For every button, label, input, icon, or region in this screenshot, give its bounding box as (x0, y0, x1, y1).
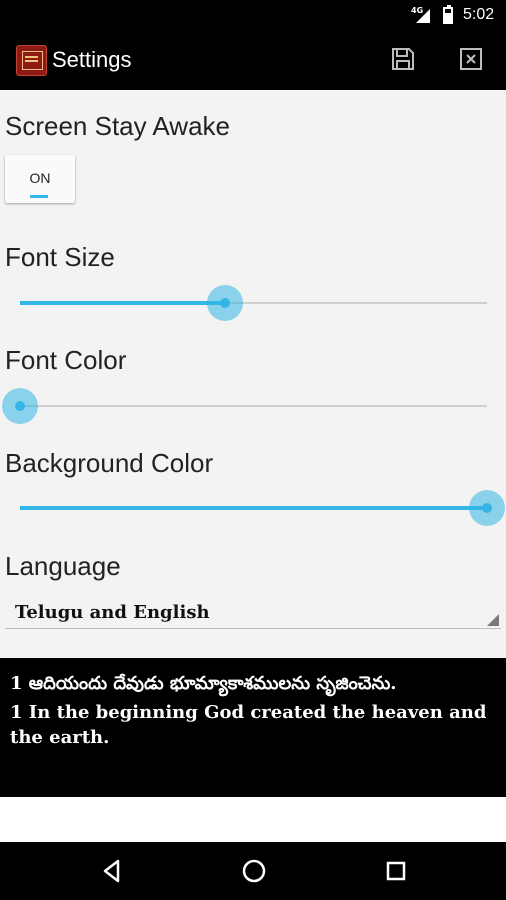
action-bar: Settings (0, 32, 506, 90)
language-label: Language (5, 551, 121, 581)
slider-thumb[interactable] (2, 388, 38, 424)
home-button[interactable] (239, 856, 269, 886)
battery-icon (443, 5, 453, 24)
close-icon (460, 48, 482, 70)
language-dropdown[interactable]: Telugu and English (5, 597, 501, 629)
signal-icon (416, 9, 430, 23)
slider-thumb[interactable] (469, 490, 505, 526)
font-size-label: Font Size (5, 242, 115, 272)
back-button[interactable] (97, 856, 127, 886)
save-icon (392, 48, 414, 70)
font-size-slider[interactable] (20, 283, 487, 323)
toggle-state-text: ON (29, 170, 51, 186)
navigation-bar (0, 842, 506, 900)
slider-track (20, 405, 487, 407)
slider-fill (20, 506, 487, 510)
back-icon (103, 859, 120, 883)
page-title: Settings (52, 47, 132, 72)
status-time: 5:02 (463, 6, 495, 23)
home-icon (242, 859, 266, 883)
verse-preview: 1 ఆదియందు దేవుడు భూమ్యాకాశములను సృజించెన… (0, 658, 506, 797)
screen-awake-label: Screen Stay Awake (5, 111, 230, 141)
recent-apps-button[interactable] (381, 856, 411, 886)
preview-english-text: 1 In the beginning God created the heave… (10, 702, 487, 748)
preview-telugu-text: 1 ఆదియందు దేవుడు భూమ్యాకాశములను సృజించెన… (10, 673, 397, 694)
save-button[interactable] (390, 46, 416, 72)
status-bar: 4G 5:02 (0, 0, 506, 32)
slider-fill (20, 301, 226, 305)
slider-thumb[interactable] (207, 285, 244, 321)
dropdown-arrow-icon (487, 614, 499, 626)
language-selected-value: Telugu and English (15, 602, 210, 623)
background-color-slider[interactable] (20, 488, 505, 528)
font-color-slider[interactable] (2, 386, 487, 426)
discard-button[interactable] (458, 46, 484, 72)
font-color-label: Font Color (5, 345, 127, 375)
toggle-indicator (30, 195, 48, 198)
content-spacer (0, 797, 506, 842)
screen-awake-toggle[interactable]: ON (5, 155, 75, 203)
background-color-label: Background Color (5, 448, 214, 478)
bible-app-icon (16, 45, 47, 76)
recent-apps-icon (386, 861, 406, 881)
